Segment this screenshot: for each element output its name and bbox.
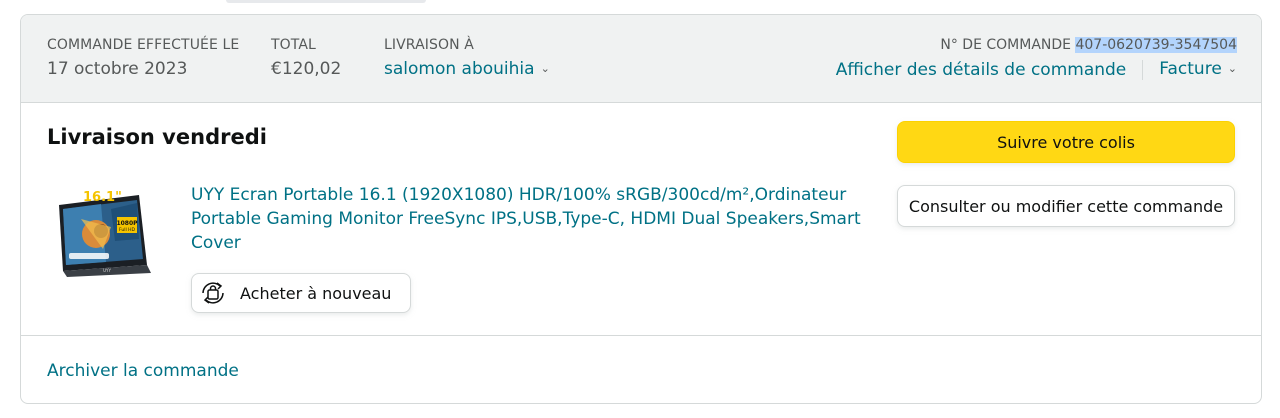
archive-order-link[interactable]: Archiver la commande — [47, 359, 239, 383]
link-divider — [1142, 60, 1144, 80]
total-value: €120,02 — [271, 59, 342, 79]
image-brand: UYY — [103, 268, 111, 273]
shipment-status-title: Livraison vendredi — [47, 125, 267, 149]
ship-to-column: LIVRAISON À salomon abouihia ⌄ — [384, 37, 550, 83]
order-header: COMMANDE EFFECTUÉE LE 17 octobre 2023 TO… — [21, 15, 1261, 103]
total-column: TOTAL €120,02 — [271, 37, 341, 81]
order-placed-date: 17 octobre 2023 — [47, 59, 188, 79]
buy-again-label: Acheter à nouveau — [240, 283, 392, 303]
order-details-link[interactable]: Afficher des détails de commande — [836, 58, 1127, 82]
image-badge-hd: Full HD — [119, 227, 136, 233]
order-placed-column: COMMANDE EFFECTUÉE LE 17 octobre 2023 — [47, 37, 239, 81]
order-number-value: 407-0620739-3547504 — [1075, 37, 1237, 53]
order-number-line: N° DE COMMANDE 407-0620739-3547504 — [836, 37, 1237, 53]
buy-again-icon — [202, 282, 224, 304]
view-edit-order-button[interactable]: Consulter ou modifier cette commande — [897, 185, 1235, 227]
product-title-link[interactable]: UYY Ecran Portable 16.1 (1920X1080) HDR/… — [191, 183, 891, 255]
ship-to-name: salomon abouihia — [384, 59, 535, 79]
order-number-label: N° DE COMMANDE — [940, 37, 1072, 53]
image-badge-size: 16.1" — [83, 190, 122, 205]
total-label: TOTAL — [271, 37, 316, 53]
chevron-down-icon: ⌄ — [1227, 62, 1237, 75]
chevron-down-icon: ⌄ — [540, 62, 550, 75]
track-package-button[interactable]: Suivre votre colis — [897, 121, 1235, 163]
order-card: COMMANDE EFFECTUÉE LE 17 octobre 2023 TO… — [20, 14, 1262, 404]
invoice-label: Facture — [1159, 59, 1222, 79]
ship-to-dropdown[interactable]: salomon abouihia ⌄ — [384, 57, 550, 83]
image-badge-res: 1080P — [116, 220, 138, 227]
order-links-row: Afficher des détails de commande Facture… — [836, 57, 1237, 83]
portable-monitor-image[interactable]: 1080P Full HD 16.1" UYY — [51, 179, 171, 279]
order-placed-label: COMMANDE EFFECTUÉE LE — [47, 37, 240, 53]
invoice-dropdown[interactable]: Facture ⌄ — [1159, 57, 1237, 83]
shipment-section: Livraison vendredi 1080P Full HD 16.1" U… — [21, 103, 1261, 336]
order-number-column: N° DE COMMANDE 407-0620739-3547504 Affic… — [836, 37, 1237, 83]
buy-again-button[interactable]: Acheter à nouveau — [191, 273, 411, 313]
top-edge-shadow — [226, 0, 426, 3]
ship-to-label: LIVRAISON À — [384, 37, 474, 53]
